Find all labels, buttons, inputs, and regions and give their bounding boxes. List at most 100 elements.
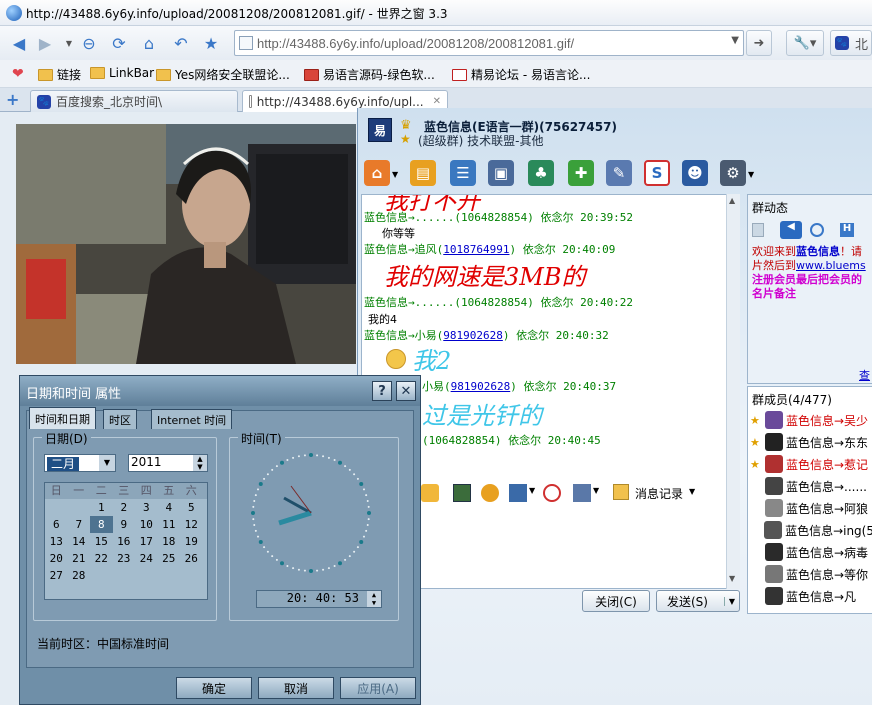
send-button[interactable]: 发送(S) ▼	[656, 590, 740, 612]
address-url[interactable]: http://43488.6y6y.info/upload/20081208/2…	[257, 36, 574, 51]
home-tool-icon[interactable]: ⌂	[364, 160, 390, 186]
calendar-day[interactable]: 7	[68, 516, 91, 533]
calendar-day[interactable]: 2	[113, 499, 136, 516]
calendar-day[interactable]: 12	[180, 516, 203, 533]
year-spinner[interactable]: 2011 ▲ ▼	[128, 454, 208, 472]
chat-scrollbar[interactable]: ▲ ▼	[726, 194, 740, 589]
calendar-day[interactable]: 8	[90, 516, 113, 533]
month-select[interactable]: 二月 ▼	[44, 454, 116, 472]
qq-id-link[interactable]: 981902628	[451, 380, 511, 393]
calendar-grid[interactable]: 日一二三四五六 1 2 3 4 5 6 7 8 9 10 11 12 13 14 15 16 17 18 19 20 2…	[44, 482, 208, 600]
time-spin-icon[interactable]: ▲ ▼	[367, 591, 381, 607]
video-tool-icon[interactable]	[509, 484, 527, 502]
calendar-day[interactable]: 9	[113, 516, 136, 533]
dropdown-arrow-icon[interactable]: ▼	[748, 170, 754, 179]
calendar-day[interactable]: 15	[90, 533, 113, 550]
calendar-day[interactable]: 16	[113, 533, 136, 550]
calendar-day[interactable]: 24	[135, 550, 158, 567]
prev-icon[interactable]	[752, 223, 764, 237]
dropdown-arrow-icon[interactable]: ▼	[529, 486, 535, 495]
tab-baidu[interactable]: 🐾 百度搜索_北京时间\	[30, 90, 238, 112]
tools-wrench-icon[interactable]: 🔧▾	[786, 30, 824, 56]
speaker-icon[interactable]: ◀	[780, 221, 802, 239]
qq-id-link[interactable]: 981902628	[443, 329, 503, 342]
time-spinner[interactable]: 20: 40: 53 ▲ ▼	[256, 590, 382, 608]
member-row[interactable]: 蓝色信息→阿狼	[750, 497, 872, 519]
dropdown-arrow-icon[interactable]: ▼	[392, 170, 398, 179]
calendar-day[interactable]: 5	[180, 499, 203, 516]
calendar-day[interactable]: 18	[158, 533, 181, 550]
photo-tool-icon[interactable]: ▣	[488, 160, 514, 186]
dropdown-arrow-icon[interactable]: ▼	[689, 487, 695, 496]
member-row[interactable]: ★ 蓝色信息→吴少	[750, 409, 872, 431]
s-app-icon[interactable]	[543, 484, 561, 502]
home-icon[interactable]: ⌂	[138, 32, 160, 54]
bookmark-jingyi-forum[interactable]: 精易论坛 - 易语言论...	[452, 66, 590, 83]
search-engine-box[interactable]: 🐾 北	[830, 30, 872, 56]
tab-close-icon[interactable]: ✕	[433, 96, 441, 107]
h-icon[interactable]: H	[840, 223, 854, 237]
calendar-day[interactable]: 25	[158, 550, 181, 567]
new-tab-plus-icon[interactable]: +	[6, 90, 19, 109]
member-row[interactable]: ★ 蓝色信息→东东	[750, 431, 872, 453]
bookmark-linkbar[interactable]: LinkBar	[90, 66, 154, 80]
calendar-day[interactable]: 20	[45, 550, 68, 567]
folder-tool-icon[interactable]: ▤	[410, 160, 436, 186]
calendar-day[interactable]: 26	[180, 550, 203, 567]
member-row[interactable]: 蓝色信息→等你	[750, 563, 872, 585]
circle-icon[interactable]	[810, 223, 824, 237]
image-tool-icon[interactable]	[453, 484, 471, 502]
settings-gear-icon[interactable]: ⚙	[720, 160, 746, 186]
refresh-icon[interactable]: ⟳	[108, 32, 130, 54]
bookmark-links[interactable]: 链接	[38, 66, 81, 83]
member-row[interactable]: 蓝色信息→ing(5	[750, 519, 872, 541]
year-spin-icon[interactable]: ▲ ▼	[193, 455, 207, 471]
music-tool-icon[interactable]	[573, 484, 591, 502]
member-row[interactable]: 蓝色信息→病毒	[750, 541, 872, 563]
calendar-day[interactable]: 21	[68, 550, 91, 567]
calendar-day[interactable]: 4	[158, 499, 181, 516]
bookmark-yes-forum[interactable]: Yes网络安全联盟论...	[156, 66, 290, 83]
news-more-link[interactable]: 查	[859, 367, 870, 383]
month-dropdown-icon[interactable]: ▼	[99, 455, 115, 471]
tab-internet-time[interactable]: Internet 时间	[151, 409, 233, 429]
scroll-down-icon[interactable]: ▼	[729, 574, 735, 583]
favorites-heart-icon[interactable]: ❤	[12, 66, 24, 82]
history-dropdown-icon[interactable]: ▼	[58, 32, 80, 54]
address-bar[interactable]: http://43488.6y6y.info/upload/20081208/2…	[234, 30, 744, 56]
help-button[interactable]: ?	[372, 381, 392, 401]
apply-button[interactable]: 应用(A)	[340, 677, 416, 699]
msg-record-icon[interactable]	[613, 484, 629, 500]
calendar-day[interactable]: 6	[45, 516, 68, 533]
calendar-day[interactable]: 13	[45, 533, 68, 550]
qq-id-link[interactable]: 1018764991	[443, 243, 509, 256]
calendar-day[interactable]: 19	[180, 533, 203, 550]
member-row[interactable]: 蓝色信息→......	[750, 475, 872, 497]
screenshot-tool-icon[interactable]	[481, 484, 499, 502]
calendar-day[interactable]: 27	[45, 567, 68, 584]
calendar-day[interactable]: 10	[135, 516, 158, 533]
dialog-close-button[interactable]: ✕	[396, 381, 416, 401]
cancel-button[interactable]: 取消	[258, 677, 334, 699]
dropdown-arrow-icon[interactable]: ▼	[593, 486, 599, 495]
calendar-day[interactable]: 23	[113, 550, 136, 567]
member-row[interactable]: ★ 蓝色信息→惹记	[750, 453, 872, 475]
tab-date-time[interactable]: 时间和日期	[29, 407, 96, 429]
user-tool-icon[interactable]: ☻	[682, 160, 708, 186]
font-tool-icon[interactable]	[421, 484, 439, 502]
stop-icon[interactable]: ⊖	[78, 32, 100, 54]
website-link[interactable]: www.bluems	[796, 259, 866, 272]
msg-record-label[interactable]: 消息记录	[635, 485, 683, 502]
calendar-day[interactable]: 3	[135, 499, 158, 516]
list-tool-icon[interactable]: ☰	[450, 160, 476, 186]
undo-close-icon[interactable]: ↶	[170, 32, 192, 54]
calendar-day[interactable]: 22	[90, 550, 113, 567]
member-row[interactable]: 蓝色信息→凡	[750, 585, 872, 607]
close-button[interactable]: 关闭(C)	[582, 590, 650, 612]
calendar-day[interactable]: 28	[68, 567, 91, 584]
send-options-icon[interactable]: ▼	[723, 596, 735, 606]
music-tool-icon[interactable]: ♣	[528, 160, 554, 186]
go-button[interactable]: ➜	[746, 30, 772, 56]
calendar-day[interactable]: 17	[135, 533, 158, 550]
bookmark-eyuyan-source[interactable]: 易语言源码-绿色软...	[304, 66, 435, 83]
